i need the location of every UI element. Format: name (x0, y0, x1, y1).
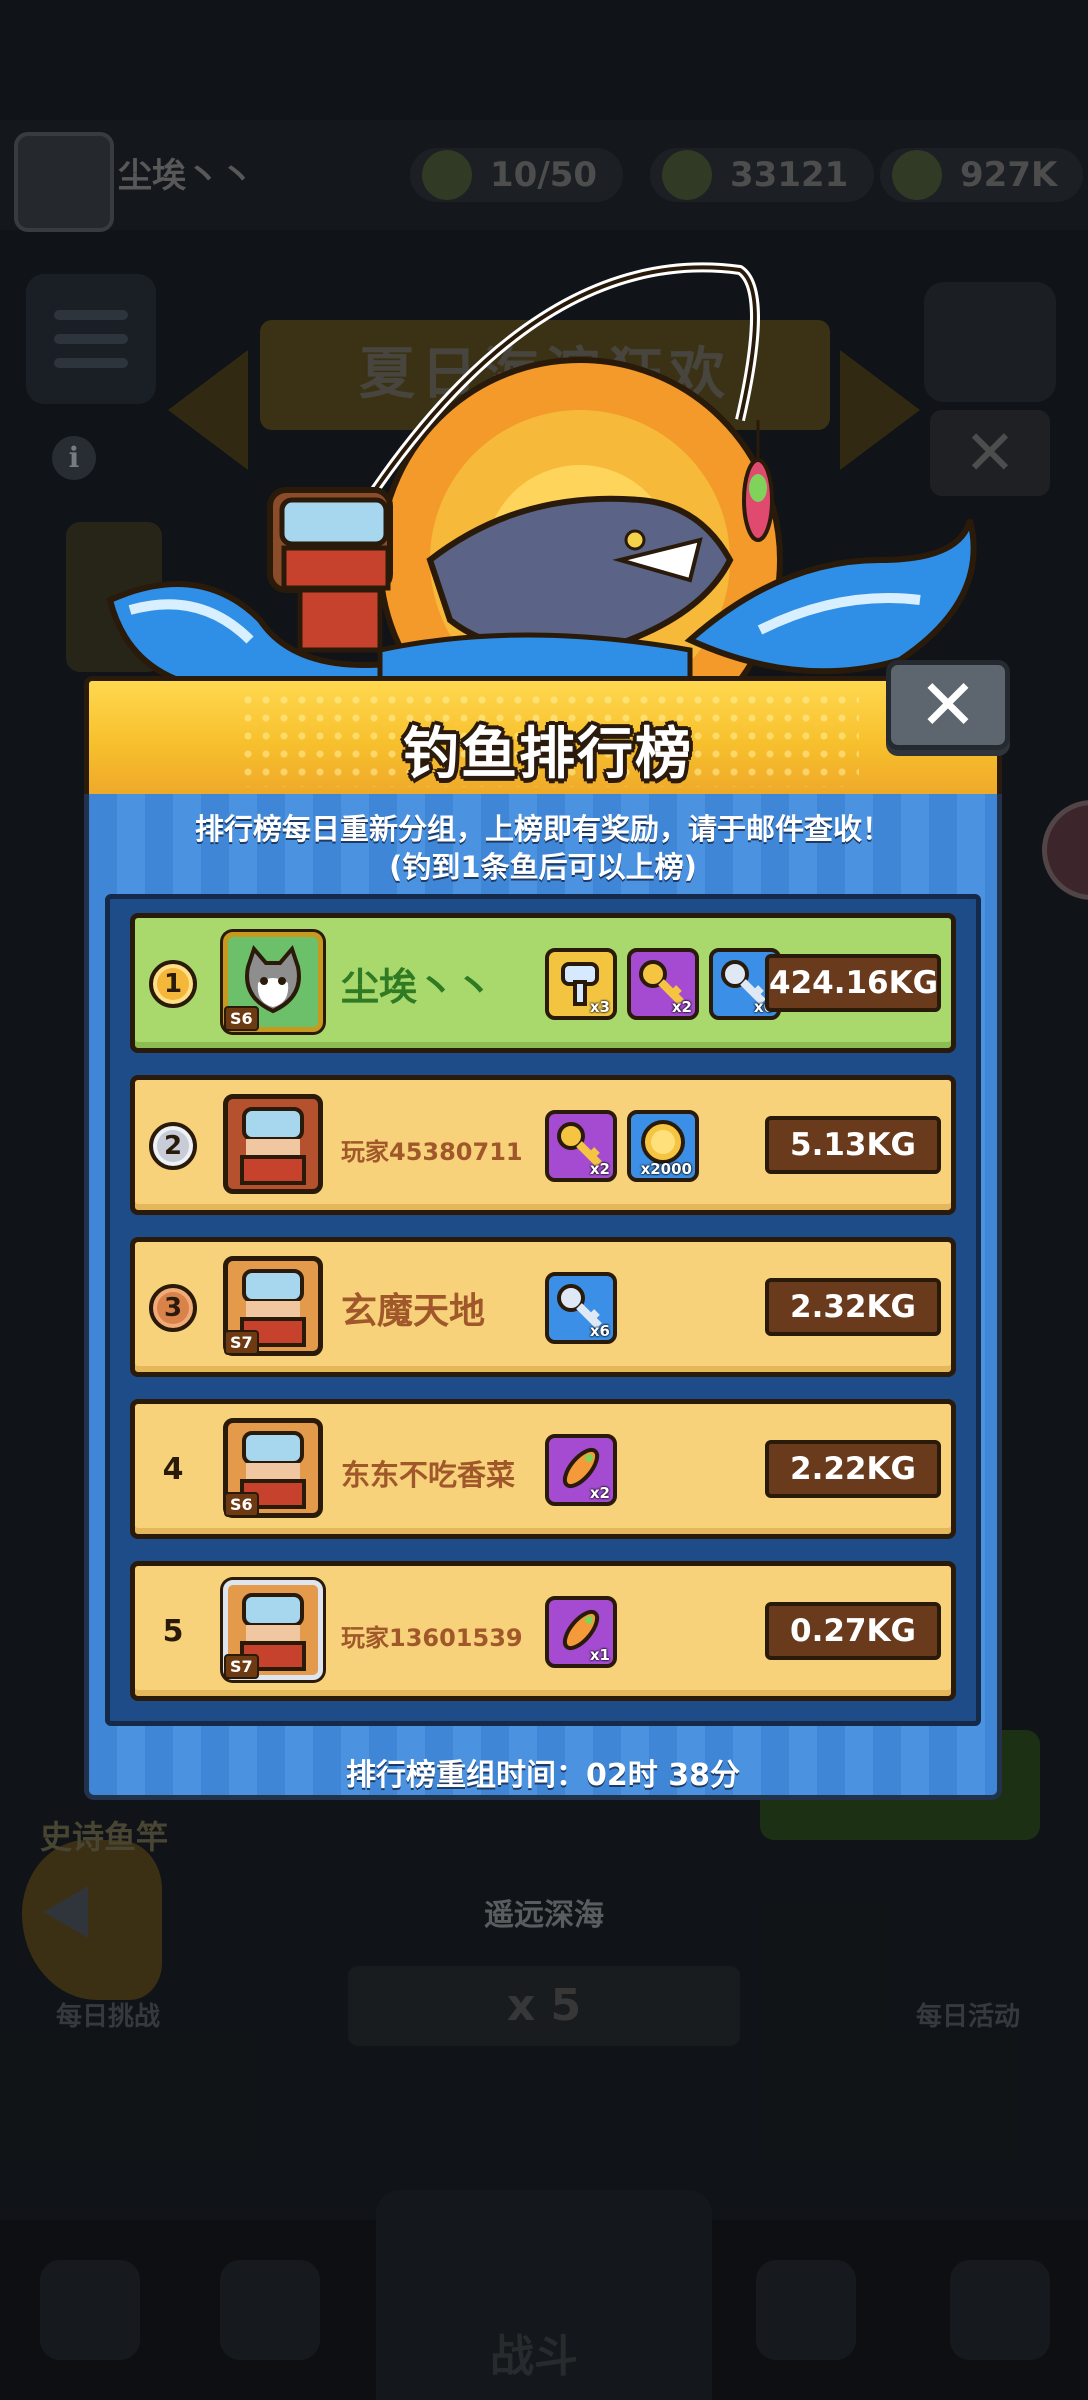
weight-value: 0.27KG (765, 1602, 941, 1660)
player-name: 玩家13601539 (341, 1624, 523, 1652)
leaderboard-row[interactable]: 4 S6 东东不吃香菜 x2 2.22KG (130, 1399, 956, 1539)
purple-key-icon[interactable]: x2 (545, 1110, 617, 1182)
reward-qty: x1 (589, 1646, 610, 1664)
reward-qty: x2 (671, 998, 692, 1016)
rank-number: 4 (162, 1452, 184, 1487)
fish-lure-icon[interactable]: x1 (545, 1596, 617, 1668)
gold-medal-icon: 1 (149, 960, 197, 1008)
gold-key-icon[interactable]: x3 (545, 948, 617, 1020)
avatar: S7 (223, 1256, 323, 1356)
level-badge: S7 (224, 1330, 259, 1355)
leaderboard-list: 1 S6 尘埃丶丶 x3 x2 x6 424.16KG 2 玩家45380711… (105, 894, 981, 1726)
fisher-avatar-icon (240, 1107, 306, 1185)
modal-title: 钓鱼排行榜 (403, 722, 693, 787)
level-badge: S6 (224, 1006, 259, 1031)
avatar: S6 (223, 1418, 323, 1518)
player-name: 玩家45380711 (341, 1138, 523, 1166)
reset-timer: 排行榜重组时间：02时 38分 (346, 1758, 740, 1793)
reward-qty: x2 (589, 1484, 610, 1502)
shark-fisher-illustration (106, 262, 977, 760)
weight-value: 2.22KG (765, 1440, 941, 1498)
reward-qty: x2 (589, 1160, 610, 1178)
gold-coin-icon[interactable]: x2000 (627, 1110, 699, 1182)
leaderboard-row[interactable]: 2 玩家45380711 x2 x2000 5.13KG (130, 1075, 956, 1215)
close-icon: ✕ (918, 664, 978, 746)
close-button[interactable]: ✕ (886, 660, 1010, 750)
leaderboard-modal: 钓鱼排行榜 ✕ 排行榜每日重新分组，上榜即有奖励，请于邮件查收！ (钓到1条鱼后… (84, 660, 1010, 1800)
reward-qty: x6 (589, 1322, 610, 1340)
notice-line-1: 排行榜每日重新分组，上榜即有奖励，请于邮件查收！ (194, 812, 891, 846)
player-name: 东东不吃香菜 (341, 1458, 516, 1492)
notice-line-2: (钓到1条鱼后可以上榜) (389, 850, 697, 884)
modal-body: 排行榜每日重新分组，上榜即有奖励，请于邮件查收！ (钓到1条鱼后可以上榜) 1 … (84, 794, 1002, 1800)
level-badge: S6 (224, 1492, 259, 1517)
avatar: S6 (223, 932, 323, 1032)
blue-key-icon[interactable]: x6 (545, 1272, 617, 1344)
reward-qty: x3 (589, 998, 610, 1016)
reward-qty: x2000 (640, 1160, 692, 1178)
weight-value: 2.32KG (765, 1278, 941, 1336)
weight-value: 424.16KG (765, 954, 941, 1012)
notice-text: 排行榜每日重新分组，上榜即有奖励，请于邮件查收！ (钓到1条鱼后可以上榜) (89, 810, 997, 886)
modal-header: 钓鱼排行榜 (84, 676, 1002, 794)
leaderboard-row[interactable]: 5 S7 玩家13601539 x1 0.27KG (130, 1561, 956, 1701)
player-name: 玄魔天地 (341, 1291, 486, 1332)
player-name: 尘埃丶丶 (341, 965, 494, 1009)
bronze-medal-icon: 3 (149, 1284, 197, 1332)
leaderboard-row[interactable]: 1 S6 尘埃丶丶 x3 x2 x6 424.16KG (130, 913, 956, 1053)
purple-key-icon[interactable]: x2 (627, 948, 699, 1020)
silver-medal-icon: 2 (149, 1122, 197, 1170)
fish-lure-icon[interactable]: x2 (545, 1434, 617, 1506)
weight-value: 5.13KG (765, 1116, 941, 1174)
avatar: S7 (223, 1580, 323, 1680)
rank-number: 5 (162, 1614, 184, 1649)
leaderboard-row[interactable]: 3 S7 玄魔天地 x6 2.32KG (130, 1237, 956, 1377)
level-badge: S7 (224, 1654, 259, 1679)
avatar (223, 1094, 323, 1194)
